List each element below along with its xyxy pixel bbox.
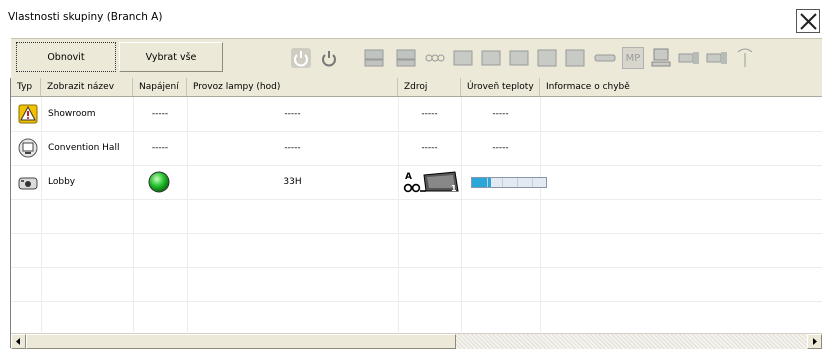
temperature-bar: [471, 177, 547, 188]
source-badge-n: 1: [451, 184, 457, 193]
row-temperature: -----: [492, 143, 509, 153]
wireless-icon[interactable]: [734, 47, 756, 69]
title-bar: Vlastnosti skupiny (Branch A): [0, 0, 822, 34]
row-source: -----: [421, 109, 438, 119]
input-lan2-icon[interactable]: [706, 47, 728, 69]
input-video-icon[interactable]: [452, 47, 474, 69]
input-usb-icon[interactable]: [594, 47, 616, 69]
col-error-info[interactable]: Informace o chybě: [540, 78, 822, 96]
monitor-icon: [18, 138, 38, 158]
select-all-button-label: Vybrat vše: [145, 51, 197, 63]
computer-input-icon: A 1: [403, 171, 459, 193]
horizontal-scrollbar[interactable]: [11, 333, 822, 349]
row-name: Showroom: [48, 109, 96, 119]
input-hdmi-icon[interactable]: [508, 47, 530, 69]
table-row[interactable]: Convention Hall ----- ----- ----- -----: [11, 131, 822, 166]
input-lan1-icon[interactable]: [678, 47, 700, 69]
col-lamp-hours[interactable]: Provoz lampy (hod): [187, 78, 398, 96]
close-button[interactable]: [796, 9, 820, 33]
row-name: Convention Hall: [48, 143, 120, 153]
temperature-segment: [532, 178, 533, 187]
table-row-empty: [11, 301, 822, 335]
scrollbar-track[interactable]: [456, 334, 807, 349]
col-power[interactable]: Napájení: [133, 78, 187, 96]
select-all-button[interactable]: Vybrat vše: [119, 42, 223, 72]
col-temperature[interactable]: Úroveň teploty: [461, 78, 540, 96]
chevron-left-icon: [16, 338, 20, 345]
network-icon[interactable]: [650, 47, 672, 69]
window-title: Vlastnosti skupiny (Branch A): [8, 11, 163, 23]
scroll-left-button[interactable]: [11, 334, 26, 349]
input-dvi1-icon[interactable]: [536, 47, 558, 69]
scroll-right-button[interactable]: [807, 334, 822, 349]
refresh-button[interactable]: Obnovit: [16, 42, 116, 72]
table-body: Showroom ----- ----- ----- ----- Convent…: [11, 97, 822, 332]
col-source[interactable]: Zdroj: [398, 78, 461, 96]
row-power: -----: [151, 109, 169, 119]
col-display-name[interactable]: Zobrazit název: [41, 78, 133, 96]
chevron-right-icon: [813, 338, 817, 345]
power-on-green-icon: [148, 171, 170, 193]
col-type[interactable]: Typ: [11, 78, 41, 96]
row-lamp-hours: -----: [284, 143, 301, 153]
input-svideo-icon[interactable]: [480, 47, 502, 69]
source-badge-a: A: [405, 172, 412, 182]
table-row[interactable]: Showroom ----- ----- ----- -----: [11, 97, 822, 132]
projector-icon: [18, 177, 38, 190]
row-lamp-hours: -----: [284, 109, 301, 119]
row-lamp-hours: 33H: [283, 177, 302, 187]
table-header: Typ Zobrazit název Napájení Provoz lampy…: [11, 78, 822, 97]
monitor-out-label: MP: [625, 53, 641, 64]
power-on-icon[interactable]: [290, 47, 312, 69]
group-properties-window: Vlastnosti skupiny (Branch A) Obnovit Vy…: [0, 0, 822, 357]
input-component-icon[interactable]: [424, 47, 446, 69]
input-dvi2-icon[interactable]: [564, 47, 586, 69]
scrollbar-thumb[interactable]: [26, 334, 456, 349]
refresh-button-label: Obnovit: [47, 51, 85, 63]
row-name: Lobby: [48, 177, 76, 187]
input-computer2-icon[interactable]: [395, 47, 417, 69]
row-temperature: -----: [492, 109, 509, 119]
temperature-segment: [487, 178, 488, 187]
close-icon: [800, 13, 817, 30]
input-computer1-icon[interactable]: [363, 47, 385, 69]
table-row-empty: [11, 199, 822, 234]
toolbar: Obnovit Vybrat vše MP: [11, 38, 822, 78]
power-off-icon[interactable]: [318, 47, 340, 69]
temperature-segment: [502, 178, 503, 187]
table-row-empty: [11, 267, 822, 302]
warning-icon: [18, 104, 38, 124]
row-power: -----: [151, 143, 169, 153]
table-row-empty: [11, 233, 822, 268]
row-source: -----: [421, 143, 438, 153]
table-row[interactable]: Lobby 33H A 1: [11, 165, 822, 200]
temperature-segment: [517, 178, 518, 187]
monitor-out-button[interactable]: MP: [622, 47, 644, 69]
